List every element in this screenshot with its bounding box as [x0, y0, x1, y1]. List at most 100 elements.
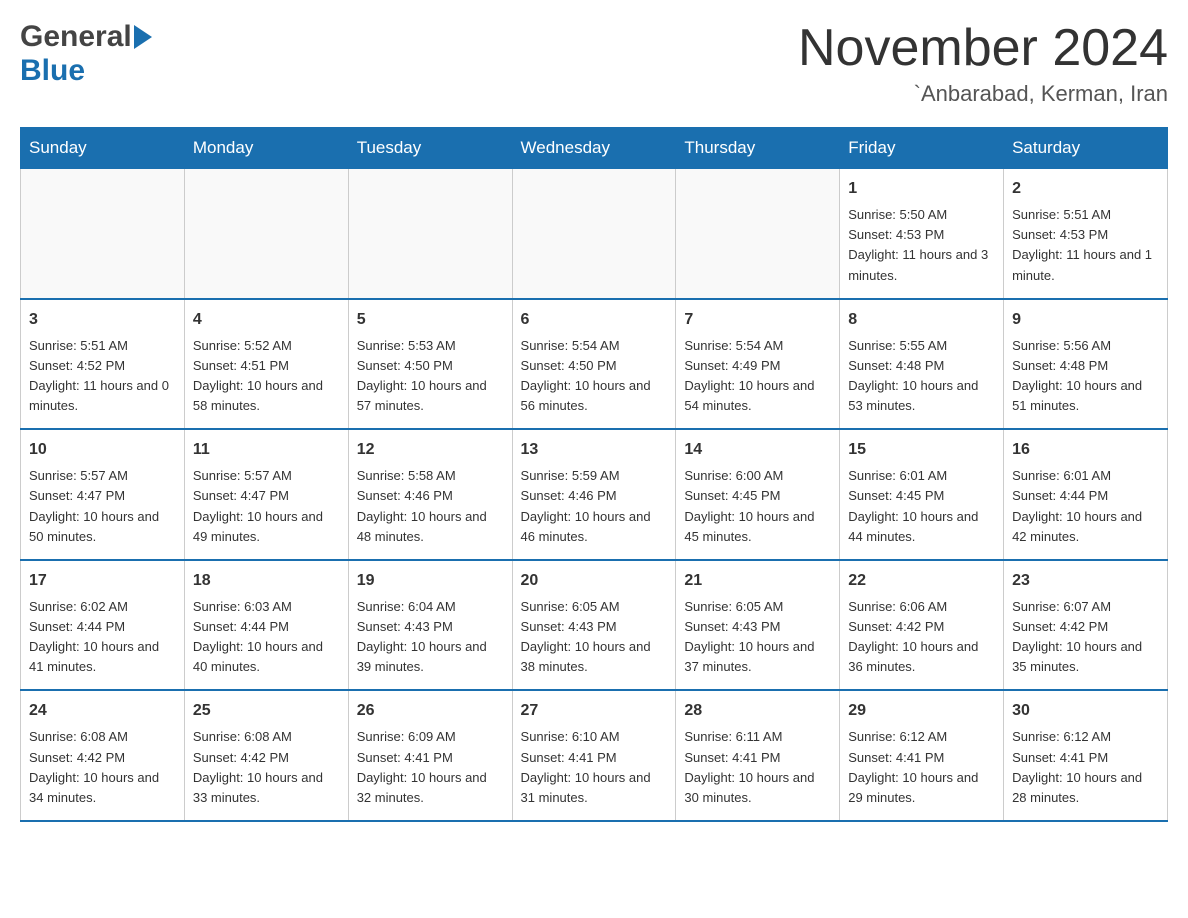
day-number: 9: [1012, 308, 1159, 332]
day-info: Sunrise: 5:57 AMSunset: 4:47 PMDaylight:…: [29, 466, 176, 547]
day-number: 8: [848, 308, 995, 332]
logo-general-text: General: [20, 20, 132, 54]
day-info: Sunrise: 6:03 AMSunset: 4:44 PMDaylight:…: [193, 597, 340, 678]
day-number: 18: [193, 569, 340, 593]
day-number: 15: [848, 438, 995, 462]
day-info: Sunrise: 6:09 AMSunset: 4:41 PMDaylight:…: [357, 727, 504, 808]
calendar-title-section: November 2024 `Anbarabad, Kerman, Iran: [798, 20, 1168, 107]
calendar-cell: 21 Sunrise: 6:05 AMSunset: 4:43 PMDayligh…: [676, 560, 840, 691]
calendar-cell: [348, 169, 512, 299]
header-thursday: Thursday: [676, 128, 840, 169]
day-info: Sunrise: 6:04 AMSunset: 4:43 PMDaylight:…: [357, 597, 504, 678]
day-number: 6: [521, 308, 668, 332]
calendar-cell: 6 Sunrise: 5:54 AMSunset: 4:50 PMDaylight…: [512, 299, 676, 430]
calendar-subtitle: `Anbarabad, Kerman, Iran: [798, 81, 1168, 107]
day-number: 7: [684, 308, 831, 332]
header-wednesday: Wednesday: [512, 128, 676, 169]
day-info: Sunrise: 5:57 AMSunset: 4:47 PMDaylight:…: [193, 466, 340, 547]
calendar-cell: 28 Sunrise: 6:11 AMSunset: 4:41 PMDayligh…: [676, 690, 840, 821]
day-info: Sunrise: 6:02 AMSunset: 4:44 PMDaylight:…: [29, 597, 176, 678]
day-number: 5: [357, 308, 504, 332]
day-number: 30: [1012, 699, 1159, 723]
calendar-cell: 7 Sunrise: 5:54 AMSunset: 4:49 PMDaylight…: [676, 299, 840, 430]
day-info: Sunrise: 6:08 AMSunset: 4:42 PMDaylight:…: [29, 727, 176, 808]
calendar-table: Sunday Monday Tuesday Wednesday Thursday…: [20, 127, 1168, 822]
day-number: 10: [29, 438, 176, 462]
calendar-cell: 22Sunrise: 6:06 AMSunset: 4:42 PMDayligh…: [840, 560, 1004, 691]
day-number: 19: [357, 569, 504, 593]
calendar-cell: 25Sunrise: 6:08 AMSunset: 4:42 PMDayligh…: [184, 690, 348, 821]
page-header: General Blue November 2024 `Anbarabad, K…: [20, 20, 1168, 107]
day-info: Sunrise: 6:12 AMSunset: 4:41 PMDaylight:…: [848, 727, 995, 808]
calendar-body: 1Sunrise: 5:50 AMSunset: 4:53 PMDaylight…: [21, 169, 1168, 821]
day-headers-row: Sunday Monday Tuesday Wednesday Thursday…: [21, 128, 1168, 169]
day-info: Sunrise: 5:51 AMSunset: 4:52 PMDaylight:…: [29, 336, 176, 417]
calendar-cell: 15 Sunrise: 6:01 AMSunset: 4:45 PMDayligh…: [840, 429, 1004, 560]
calendar-cell: 3 Sunrise: 5:51 AMSunset: 4:52 PMDaylight…: [21, 299, 185, 430]
day-number: 16: [1012, 438, 1159, 462]
day-info: Sunrise: 5:58 AMSunset: 4:46 PMDaylight:…: [357, 466, 504, 547]
day-number: 3: [29, 308, 176, 332]
calendar-cell: 13 Sunrise: 5:59 AMSunset: 4:46 PMDayligh…: [512, 429, 676, 560]
calendar-cell: 4 Sunrise: 5:52 AMSunset: 4:51 PMDaylight…: [184, 299, 348, 430]
day-info: Sunrise: 5:50 AMSunset: 4:53 PMDaylight:…: [848, 205, 995, 286]
calendar-cell: 29 Sunrise: 6:12 AMSunset: 4:41 PMDayligh…: [840, 690, 1004, 821]
calendar-cell: 16 Sunrise: 6:01 AMSunset: 4:44 PMDayligh…: [1004, 429, 1168, 560]
day-info: Sunrise: 6:12 AMSunset: 4:41 PMDaylight:…: [1012, 727, 1159, 808]
calendar-week-row: 17Sunrise: 6:02 AMSunset: 4:44 PMDayligh…: [21, 560, 1168, 691]
calendar-cell: 8 Sunrise: 5:55 AMSunset: 4:48 PMDaylight…: [840, 299, 1004, 430]
day-info: Sunrise: 6:01 AMSunset: 4:44 PMDaylight:…: [1012, 466, 1159, 547]
calendar-cell: 30 Sunrise: 6:12 AMSunset: 4:41 PMDayligh…: [1004, 690, 1168, 821]
day-number: 28: [684, 699, 831, 723]
calendar-cell: 26 Sunrise: 6:09 AMSunset: 4:41 PMDayligh…: [348, 690, 512, 821]
day-number: 23: [1012, 569, 1159, 593]
day-info: Sunrise: 5:53 AMSunset: 4:50 PMDaylight:…: [357, 336, 504, 417]
calendar-week-row: 3 Sunrise: 5:51 AMSunset: 4:52 PMDaylight…: [21, 299, 1168, 430]
calendar-cell: 23 Sunrise: 6:07 AMSunset: 4:42 PMDayligh…: [1004, 560, 1168, 691]
day-number: 21: [684, 569, 831, 593]
calendar-week-row: 24Sunrise: 6:08 AMSunset: 4:42 PMDayligh…: [21, 690, 1168, 821]
calendar-cell: 2 Sunrise: 5:51 AMSunset: 4:53 PMDaylight…: [1004, 169, 1168, 299]
calendar-week-row: 1Sunrise: 5:50 AMSunset: 4:53 PMDaylight…: [21, 169, 1168, 299]
calendar-cell: 24Sunrise: 6:08 AMSunset: 4:42 PMDayligh…: [21, 690, 185, 821]
calendar-cell: [21, 169, 185, 299]
day-info: Sunrise: 5:54 AMSunset: 4:49 PMDaylight:…: [684, 336, 831, 417]
logo: General Blue: [20, 20, 152, 88]
day-number: 13: [521, 438, 668, 462]
calendar-cell: 9 Sunrise: 5:56 AMSunset: 4:48 PMDaylight…: [1004, 299, 1168, 430]
day-info: Sunrise: 5:54 AMSunset: 4:50 PMDaylight:…: [521, 336, 668, 417]
day-number: 2: [1012, 177, 1159, 201]
calendar-cell: 20 Sunrise: 6:05 AMSunset: 4:43 PMDayligh…: [512, 560, 676, 691]
logo-blue-text: Blue: [20, 54, 85, 87]
calendar-cell: 12 Sunrise: 5:58 AMSunset: 4:46 PMDayligh…: [348, 429, 512, 560]
calendar-cell: [184, 169, 348, 299]
calendar-week-row: 10 Sunrise: 5:57 AMSunset: 4:47 PMDayligh…: [21, 429, 1168, 560]
day-info: Sunrise: 6:00 AMSunset: 4:45 PMDaylight:…: [684, 466, 831, 547]
header-sunday: Sunday: [21, 128, 185, 169]
day-number: 11: [193, 438, 340, 462]
day-info: Sunrise: 5:55 AMSunset: 4:48 PMDaylight:…: [848, 336, 995, 417]
day-number: 29: [848, 699, 995, 723]
calendar-cell: 11 Sunrise: 5:57 AMSunset: 4:47 PMDayligh…: [184, 429, 348, 560]
day-info: Sunrise: 6:07 AMSunset: 4:42 PMDaylight:…: [1012, 597, 1159, 678]
day-info: Sunrise: 6:11 AMSunset: 4:41 PMDaylight:…: [684, 727, 831, 808]
calendar-cell: 14Sunrise: 6:00 AMSunset: 4:45 PMDayligh…: [676, 429, 840, 560]
header-friday: Friday: [840, 128, 1004, 169]
header-monday: Monday: [184, 128, 348, 169]
day-info: Sunrise: 5:51 AMSunset: 4:53 PMDaylight:…: [1012, 205, 1159, 286]
day-info: Sunrise: 5:59 AMSunset: 4:46 PMDaylight:…: [521, 466, 668, 547]
calendar-cell: 17Sunrise: 6:02 AMSunset: 4:44 PMDayligh…: [21, 560, 185, 691]
day-info: Sunrise: 6:05 AMSunset: 4:43 PMDaylight:…: [521, 597, 668, 678]
day-info: Sunrise: 6:05 AMSunset: 4:43 PMDaylight:…: [684, 597, 831, 678]
day-number: 20: [521, 569, 668, 593]
day-number: 4: [193, 308, 340, 332]
calendar-cell: 1Sunrise: 5:50 AMSunset: 4:53 PMDaylight…: [840, 169, 1004, 299]
calendar-cell: [512, 169, 676, 299]
day-info: Sunrise: 6:06 AMSunset: 4:42 PMDaylight:…: [848, 597, 995, 678]
day-number: 12: [357, 438, 504, 462]
day-number: 27: [521, 699, 668, 723]
day-info: Sunrise: 5:52 AMSunset: 4:51 PMDaylight:…: [193, 336, 340, 417]
day-info: Sunrise: 5:56 AMSunset: 4:48 PMDaylight:…: [1012, 336, 1159, 417]
day-number: 26: [357, 699, 504, 723]
day-info: Sunrise: 6:01 AMSunset: 4:45 PMDaylight:…: [848, 466, 995, 547]
